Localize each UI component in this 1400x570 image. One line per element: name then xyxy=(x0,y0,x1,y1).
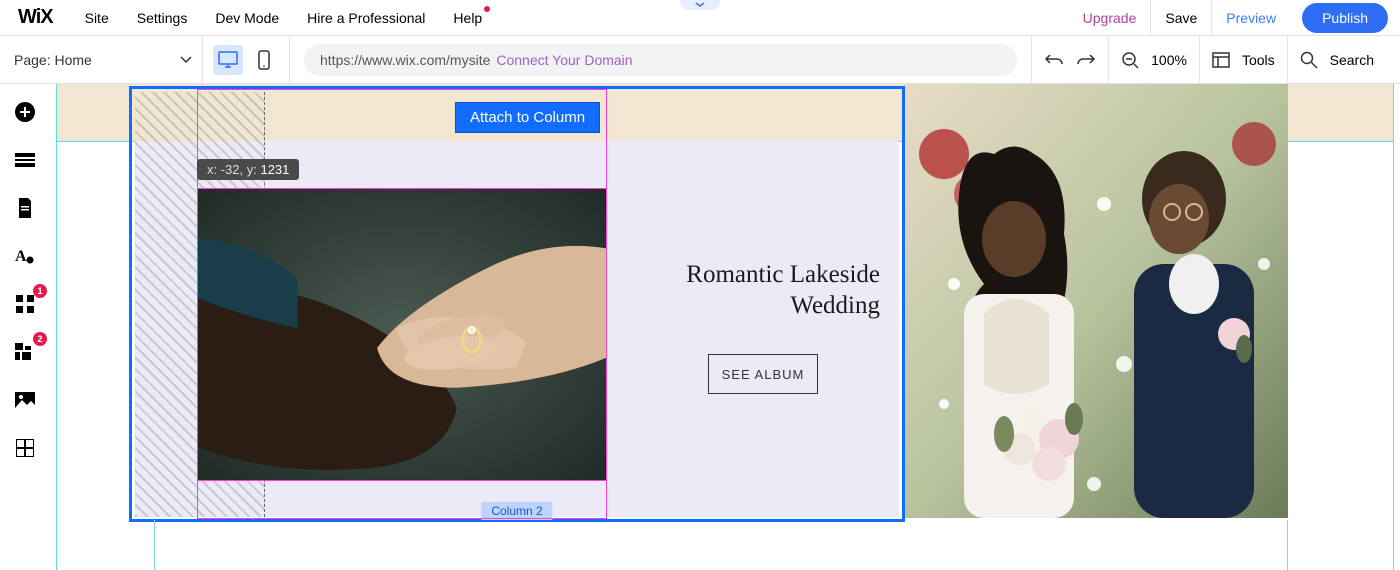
menu-hire-professional[interactable]: Hire a Professional xyxy=(293,0,439,36)
next-section-outline xyxy=(154,520,1288,570)
drag-ghost-outline xyxy=(197,89,607,519)
left-sidebar: A 1 2 xyxy=(0,84,50,570)
image-icon xyxy=(15,392,35,408)
svg-text:A: A xyxy=(15,248,27,265)
plus-circle-icon xyxy=(14,101,36,123)
menu-help[interactable]: Help xyxy=(439,0,496,36)
drag-coordinates-tooltip: x: -32, y: 1231 xyxy=(197,159,299,180)
save-button[interactable]: Save xyxy=(1150,0,1211,36)
menu-settings[interactable]: Settings xyxy=(123,0,202,36)
mobile-view-button[interactable] xyxy=(249,45,279,75)
data-button[interactable] xyxy=(13,436,37,460)
search-label: Search xyxy=(1330,52,1374,68)
apps-button[interactable]: 1 xyxy=(13,292,37,316)
redo-button[interactable] xyxy=(1076,52,1096,68)
theme-icon: A xyxy=(15,246,35,266)
hero-photo-couple[interactable] xyxy=(904,84,1288,518)
preview-button[interactable]: Preview xyxy=(1211,0,1290,36)
page-icon xyxy=(17,198,33,218)
chevron-down-icon xyxy=(180,56,192,64)
apps-badge: 1 xyxy=(33,284,47,298)
undo-button[interactable] xyxy=(1044,52,1064,68)
grid-icon xyxy=(16,295,34,313)
undo-redo-group xyxy=(1031,36,1108,84)
page-selector[interactable]: Page: Home xyxy=(14,52,202,68)
sections-button[interactable] xyxy=(13,148,37,172)
publish-button[interactable]: Publish xyxy=(1302,3,1388,33)
editor-canvas[interactable]: Column 2 Romantic Lakeside Wedding SEE A… xyxy=(50,84,1400,570)
section-heading[interactable]: Romantic Lakeside Wedding xyxy=(620,259,880,322)
mobile-icon xyxy=(258,50,270,70)
menu-dev-mode[interactable]: Dev Mode xyxy=(201,0,293,36)
page-edge-right xyxy=(1393,84,1394,570)
layout-badge: 2 xyxy=(33,332,47,346)
pages-button[interactable] xyxy=(13,196,37,220)
tools-menu[interactable]: Tools xyxy=(1199,36,1287,84)
help-notification-dot xyxy=(484,6,490,12)
table-icon xyxy=(16,439,34,457)
search-icon xyxy=(1300,51,1318,69)
section-icon xyxy=(15,153,35,167)
add-element-button[interactable] xyxy=(13,100,37,124)
wix-logo: WiX xyxy=(0,6,71,29)
connect-domain-link[interactable]: Connect Your Domain xyxy=(496,52,632,68)
page-edge-left xyxy=(56,84,57,570)
top-notch[interactable] xyxy=(680,0,720,10)
search-button[interactable]: Search xyxy=(1287,36,1386,84)
menu-site[interactable]: Site xyxy=(71,0,123,36)
puzzle-icon xyxy=(15,343,35,361)
url-bar[interactable]: https://www.wix.com/mysite Connect Your … xyxy=(304,44,1017,76)
tools-label: Tools xyxy=(1242,52,1275,68)
divider xyxy=(289,36,290,84)
upgrade-link[interactable]: Upgrade xyxy=(1069,0,1151,36)
theme-button[interactable]: A xyxy=(13,244,37,268)
desktop-view-button[interactable] xyxy=(213,45,243,75)
see-album-button[interactable]: SEE ALBUM xyxy=(708,354,818,394)
zoom-value: 100% xyxy=(1151,52,1187,68)
desktop-icon xyxy=(218,51,238,69)
attach-to-column-button[interactable]: Attach to Column xyxy=(455,102,600,133)
tools-icon xyxy=(1212,52,1230,68)
zoom-control[interactable]: 100% xyxy=(1108,36,1199,84)
url-text: https://www.wix.com/mysite xyxy=(320,52,490,68)
zoom-out-icon xyxy=(1121,51,1139,69)
media-button[interactable] xyxy=(13,388,37,412)
page-selector-label: Page: Home xyxy=(14,52,92,68)
layout-button[interactable]: 2 xyxy=(13,340,37,364)
